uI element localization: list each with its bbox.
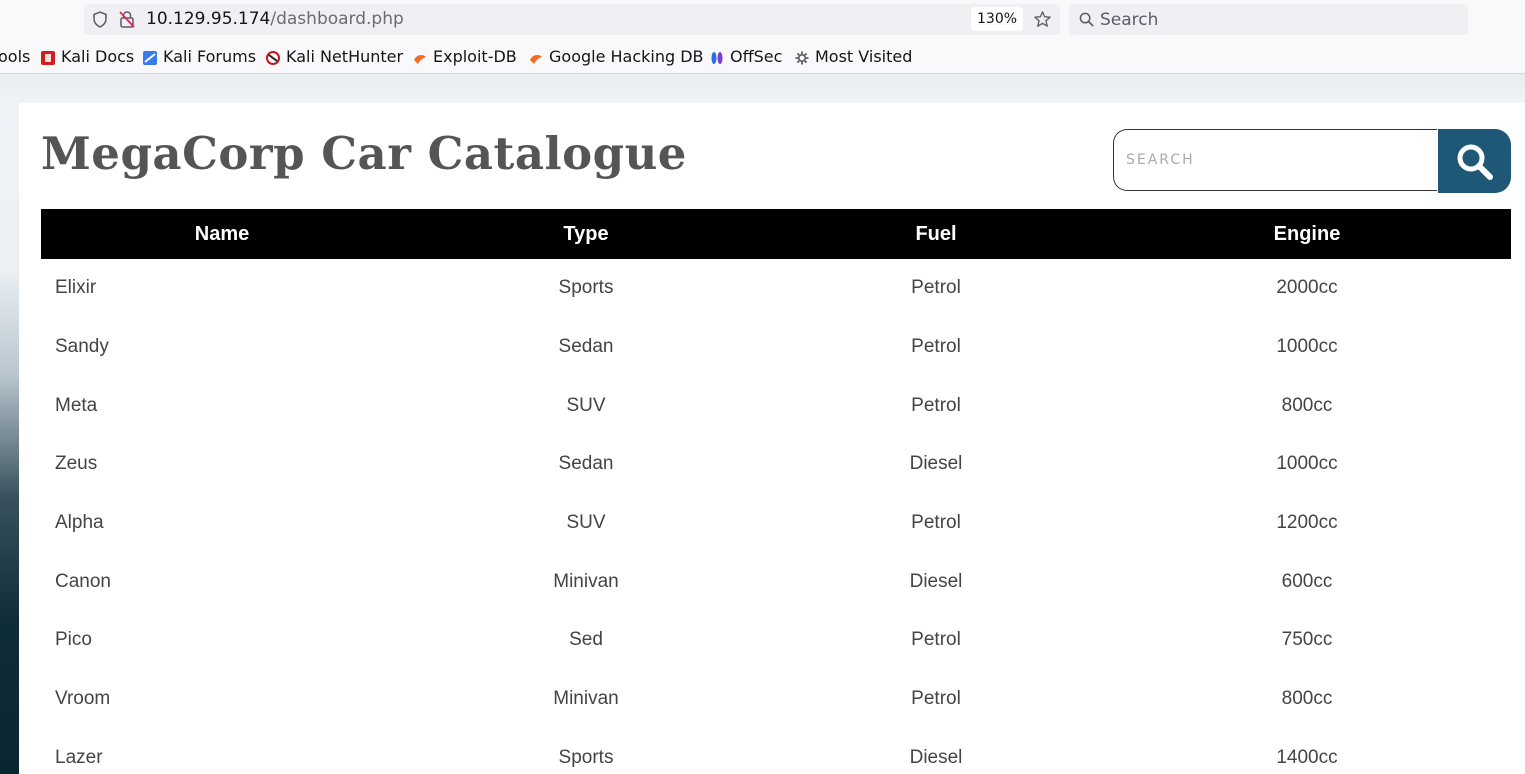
bookmark-label: Kali Forums — [163, 47, 257, 66]
bookmark-most-visited[interactable]: Most Visited — [795, 47, 912, 66]
cell-engine: 1400cc — [1276, 746, 1338, 768]
cell-engine: 750cc — [1281, 629, 1333, 651]
ghdb-icon — [529, 50, 543, 64]
exploit-db-icon — [413, 50, 427, 64]
cell-type: SUV — [566, 512, 606, 534]
column-header-engine[interactable]: Engine — [1103, 209, 1511, 259]
table-row: Sandy Sedan Petrol 1000cc — [41, 318, 1511, 377]
bookmark-kali-nethunter[interactable]: Kali NetHunter — [266, 47, 403, 66]
cell-name: Alpha — [55, 512, 104, 534]
table-row: Lazer Sports Diesel 1400cc — [41, 729, 1511, 774]
bookmark-label: Exploit-DB — [433, 47, 517, 66]
cell-engine: 600cc — [1281, 570, 1333, 592]
cell-fuel: Diesel — [909, 570, 963, 592]
cell-name: Meta — [55, 394, 98, 416]
table-header-row: Name Type Fuel Engine — [41, 209, 1511, 259]
table-row: Canon Minivan Diesel 600cc — [41, 552, 1511, 611]
cell-fuel: Petrol — [911, 394, 961, 416]
cell-type: Minivan — [553, 570, 619, 592]
insecure-lock-icon[interactable] — [118, 10, 136, 33]
cell-type: Sports — [558, 277, 614, 299]
column-header-fuel[interactable]: Fuel — [769, 209, 1103, 259]
cell-fuel: Diesel — [909, 746, 963, 768]
bookmark-offsec[interactable]: OffSec — [710, 47, 782, 66]
cell-engine: 800cc — [1281, 688, 1333, 710]
cell-engine: 2000cc — [1276, 277, 1338, 299]
cell-name: Vroom — [55, 688, 111, 710]
browser-toolbar: 10.129.95.174/dashboard.php 130% Search — [0, 0, 1525, 40]
cell-fuel: Petrol — [911, 688, 961, 710]
cell-engine: 1000cc — [1276, 336, 1338, 358]
bookmark-tools[interactable]: ools — [0, 47, 30, 66]
bookmark-star-icon[interactable] — [1033, 10, 1052, 33]
cell-fuel: Diesel — [909, 453, 963, 475]
column-header-name[interactable]: Name — [41, 209, 403, 259]
browser-search-placeholder: Search — [1100, 10, 1159, 30]
kali-nethunter-icon — [266, 50, 280, 65]
cell-fuel: Petrol — [911, 336, 961, 358]
gear-icon — [795, 50, 809, 64]
cell-engine: 800cc — [1281, 394, 1333, 416]
search-input[interactable] — [1113, 129, 1437, 191]
cell-type: Sedan — [558, 453, 614, 475]
cell-engine: 1200cc — [1276, 512, 1338, 534]
url-text[interactable]: 10.129.95.174/dashboard.php — [146, 9, 404, 29]
cell-type: SUV — [566, 394, 606, 416]
table-row: Pico Sed Petrol 750cc — [41, 611, 1511, 670]
cell-name: Zeus — [55, 453, 98, 475]
cell-fuel: Petrol — [911, 277, 961, 299]
bookmark-label: Kali NetHunter — [286, 47, 404, 66]
bookmark-label: ools — [0, 47, 31, 66]
table-row: Vroom Minivan Petrol 800cc — [41, 670, 1511, 729]
kali-docs-icon — [41, 50, 55, 65]
page-viewport: MegaCorp Car Catalogue Name Type Fuel En… — [0, 74, 1525, 774]
cell-name: Pico — [55, 629, 92, 651]
bookmarks-toolbar: ools Kali Docs Kali Forums Kali NetHunte… — [0, 40, 1525, 74]
bookmark-label: Kali Docs — [61, 47, 135, 66]
bookmark-google-hacking-db[interactable]: Google Hacking DB — [529, 47, 704, 66]
table-row: Zeus Sedan Diesel 1000cc — [41, 435, 1511, 494]
offsec-icon — [710, 50, 724, 64]
cell-name: Lazer — [55, 746, 103, 768]
zoom-level-badge[interactable]: 130% — [971, 7, 1024, 31]
cell-type: Sed — [569, 629, 603, 651]
bookmark-label: Most Visited — [815, 47, 913, 66]
table-row: Elixir Sports Petrol 2000cc — [41, 259, 1511, 318]
bookmark-kali-docs[interactable]: Kali Docs — [41, 47, 134, 66]
page-title: MegaCorp Car Catalogue — [41, 127, 687, 180]
cell-type: Sports — [558, 746, 614, 768]
cell-fuel: Petrol — [911, 629, 961, 651]
column-header-type[interactable]: Type — [403, 209, 769, 259]
table-row: Alpha SUV Petrol 1200cc — [41, 494, 1511, 553]
background-image — [0, 274, 20, 774]
url-host: 10.129.95.174 — [146, 9, 271, 29]
car-table: Name Type Fuel Engine Elixir Sports Petr… — [41, 209, 1511, 774]
browser-search-bar[interactable]: Search — [1069, 4, 1468, 35]
bookmark-exploit-db[interactable]: Exploit-DB — [413, 47, 517, 66]
search-icon — [1079, 12, 1094, 31]
cell-name: Sandy — [55, 336, 109, 358]
search-button[interactable] — [1438, 129, 1511, 193]
cell-name: Canon — [55, 570, 111, 592]
cell-engine: 1000cc — [1276, 453, 1338, 475]
url-path: /dashboard.php — [270, 9, 404, 29]
cell-fuel: Petrol — [911, 512, 961, 534]
cell-name: Elixir — [55, 277, 97, 299]
table-row: Meta SUV Petrol 800cc — [41, 376, 1511, 435]
shield-icon[interactable] — [92, 11, 108, 32]
bookmark-kali-forums[interactable]: Kali Forums — [143, 47, 256, 66]
bookmark-label: Google Hacking DB — [549, 47, 704, 66]
catalogue-card: MegaCorp Car Catalogue Name Type Fuel En… — [19, 103, 1525, 774]
cell-type: Minivan — [553, 688, 619, 710]
address-bar[interactable]: 10.129.95.174/dashboard.php 130% — [84, 4, 1060, 35]
kali-forums-icon — [143, 50, 157, 65]
bookmark-label: OffSec — [730, 47, 783, 66]
cell-type: Sedan — [558, 336, 614, 358]
